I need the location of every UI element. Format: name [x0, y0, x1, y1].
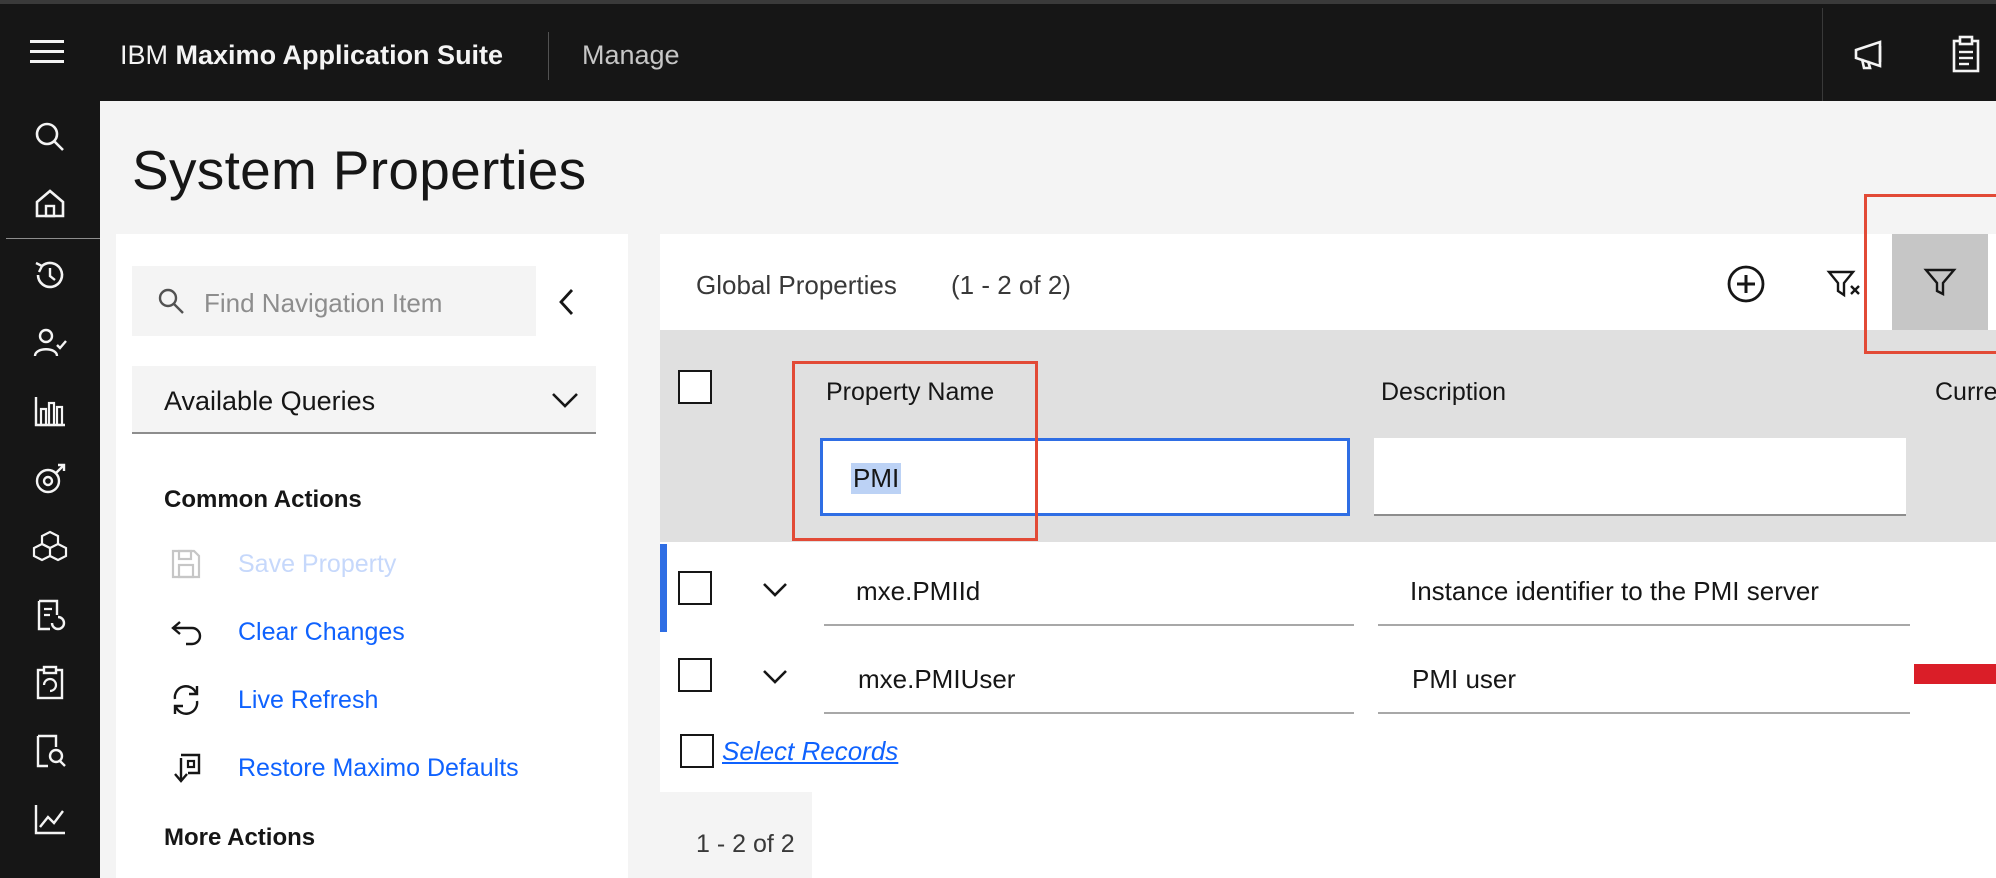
chevron-down-icon	[552, 393, 578, 408]
collapse-panel-button[interactable]	[552, 282, 582, 322]
chart-bar-icon[interactable]	[30, 391, 70, 431]
restore-icon	[174, 753, 201, 783]
pagination-status: 1 - 2 of 2	[696, 830, 795, 858]
document-search-icon[interactable]	[30, 731, 70, 771]
common-actions-title: Common Actions	[164, 486, 362, 513]
clipboard-refresh-icon[interactable]	[30, 663, 70, 703]
side-rail	[0, 101, 100, 878]
header-divider	[548, 32, 549, 80]
table-title: Global Properties	[696, 270, 897, 300]
restore-defaults-label: Restore Maximo Defaults	[238, 754, 519, 782]
clipboard-icon[interactable]	[1944, 34, 1986, 76]
app-name: Manage	[582, 40, 680, 70]
user-check-icon[interactable]	[30, 323, 70, 363]
asset-icon[interactable]	[30, 459, 70, 499]
property-name-filter-input[interactable]: PMI	[820, 438, 1350, 516]
queries-label: Available Queries	[164, 386, 376, 416]
header-divider	[1822, 8, 1823, 105]
available-queries-dropdown[interactable]: Available Queries	[132, 366, 596, 434]
top-header: IBM Maximo Application Suite Manage	[0, 0, 1996, 105]
description-cell: PMI user	[1378, 648, 1910, 714]
filter-icon	[1923, 268, 1957, 296]
work-order-icon[interactable]	[30, 595, 70, 635]
column-header-property-name[interactable]: Property Name	[826, 378, 994, 407]
description-cell: Instance identifier to the PMI server	[1378, 560, 1910, 626]
save-icon	[171, 549, 201, 579]
row-checkbox[interactable]	[678, 658, 712, 692]
brand-name: Maximo Application Suite	[175, 40, 504, 70]
select-records-checkbox[interactable]	[680, 734, 714, 768]
description: Instance identifier to the PMI server	[1410, 576, 1819, 606]
row-checkbox[interactable]	[678, 571, 712, 605]
announcement-icon[interactable]	[1850, 34, 1892, 76]
property-name-cell: mxe.PMIId	[824, 560, 1354, 626]
description: PMI user	[1412, 664, 1517, 694]
select-records-link[interactable]: Select Records	[722, 736, 898, 767]
column-header-description[interactable]: Description	[1381, 378, 1506, 407]
description-filter-input[interactable]	[1374, 438, 1906, 516]
home-icon[interactable]	[30, 183, 70, 223]
refresh-icon	[173, 685, 199, 715]
column-header-current-value[interactable]: Curre	[1935, 378, 1996, 407]
add-record-button[interactable]	[1724, 262, 1768, 306]
live-refresh-label: Live Refresh	[238, 686, 379, 714]
more-actions-title: More Actions	[164, 824, 316, 851]
chevron-down-icon[interactable]	[760, 667, 790, 687]
clear-changes-action[interactable]: Clear Changes	[164, 610, 584, 654]
record-count: (1 - 2 of 2)	[951, 270, 1071, 300]
page-title: System Properties	[132, 139, 587, 201]
find-navigation-input[interactable]: Find Navigation Item	[132, 266, 536, 336]
value-redacted-mark	[1914, 664, 1996, 684]
live-refresh-action[interactable]: Live Refresh	[164, 678, 584, 722]
save-property-action[interactable]: Save Property	[164, 542, 584, 586]
filter-button[interactable]	[1892, 234, 1988, 330]
restore-defaults-action[interactable]: Restore Maximo Defaults	[164, 746, 584, 790]
search-placeholder: Find Navigation Item	[204, 288, 443, 318]
select-all-checkbox[interactable]	[678, 370, 712, 404]
brand-prefix: IBM	[120, 40, 169, 70]
chevron-down-icon[interactable]	[760, 580, 790, 600]
save-property-label: Save Property	[238, 550, 397, 578]
property-name-cell: mxe.PMIUser	[824, 648, 1354, 714]
brand[interactable]: IBM Maximo Application Suite	[120, 40, 503, 71]
rail-divider	[6, 238, 100, 239]
undo-icon	[171, 621, 202, 646]
property-name: mxe.PMIUser	[858, 664, 1016, 694]
cube-icon[interactable]	[30, 527, 70, 567]
menu-icon[interactable]	[30, 40, 74, 70]
recent-history-icon[interactable]	[30, 255, 70, 295]
line-chart-icon[interactable]	[30, 799, 70, 839]
clear-changes-label: Clear Changes	[238, 618, 405, 646]
filter-value: PMI	[851, 463, 902, 494]
footer-area	[814, 792, 1990, 878]
search-icon[interactable]	[30, 117, 70, 157]
search-icon	[158, 288, 184, 314]
clear-filter-button[interactable]	[1824, 264, 1864, 304]
property-name: mxe.PMIId	[856, 576, 981, 606]
